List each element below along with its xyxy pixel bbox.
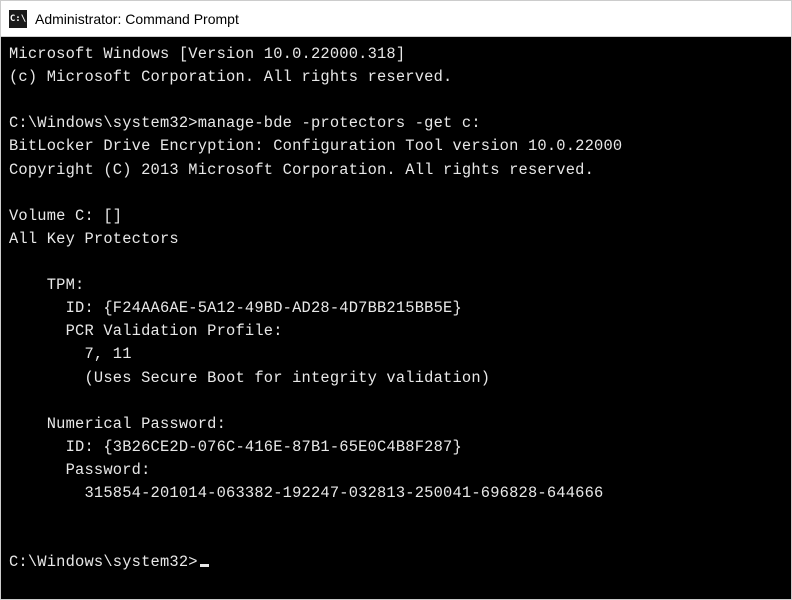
numerical-password-value: 315854-201014-063382-192247-032813-25004…: [9, 484, 603, 502]
numerical-password-id: ID: {3B26CE2D-076C-416E-87B1-65E0C4B8F28…: [9, 438, 462, 456]
cmd-icon: C:\: [9, 10, 27, 28]
tpm-pcr-note: (Uses Secure Boot for integrity validati…: [9, 369, 490, 387]
tool-version-line: BitLocker Drive Encryption: Configuratio…: [9, 137, 622, 155]
version-line: Microsoft Windows [Version 10.0.22000.31…: [9, 45, 405, 63]
tpm-id: ID: {F24AA6AE-5A12-49BD-AD28-4D7BB215BB5…: [9, 299, 462, 317]
prompt-path: C:\Windows\system32>: [9, 553, 198, 571]
prompt-path: C:\Windows\system32>: [9, 114, 198, 132]
copyright-line: (c) Microsoft Corporation. All rights re…: [9, 68, 453, 86]
protectors-header: All Key Protectors: [9, 230, 179, 248]
entered-command: manage-bde -protectors -get c:: [198, 114, 481, 132]
cursor: [200, 564, 209, 567]
numerical-password-pw-label: Password:: [9, 461, 151, 479]
titlebar[interactable]: C:\ Administrator: Command Prompt: [1, 1, 791, 37]
terminal-output[interactable]: Microsoft Windows [Version 10.0.22000.31…: [1, 37, 791, 599]
window-title: Administrator: Command Prompt: [35, 11, 239, 27]
numerical-password-label: Numerical Password:: [9, 415, 226, 433]
volume-line: Volume C: []: [9, 207, 122, 225]
tool-copyright-line: Copyright (C) 2013 Microsoft Corporation…: [9, 161, 594, 179]
tpm-pcr-values: 7, 11: [9, 345, 132, 363]
tpm-pcr-label: PCR Validation Profile:: [9, 322, 283, 340]
command-prompt-window: C:\ Administrator: Command Prompt Micros…: [0, 0, 792, 600]
tpm-label: TPM:: [9, 276, 85, 294]
